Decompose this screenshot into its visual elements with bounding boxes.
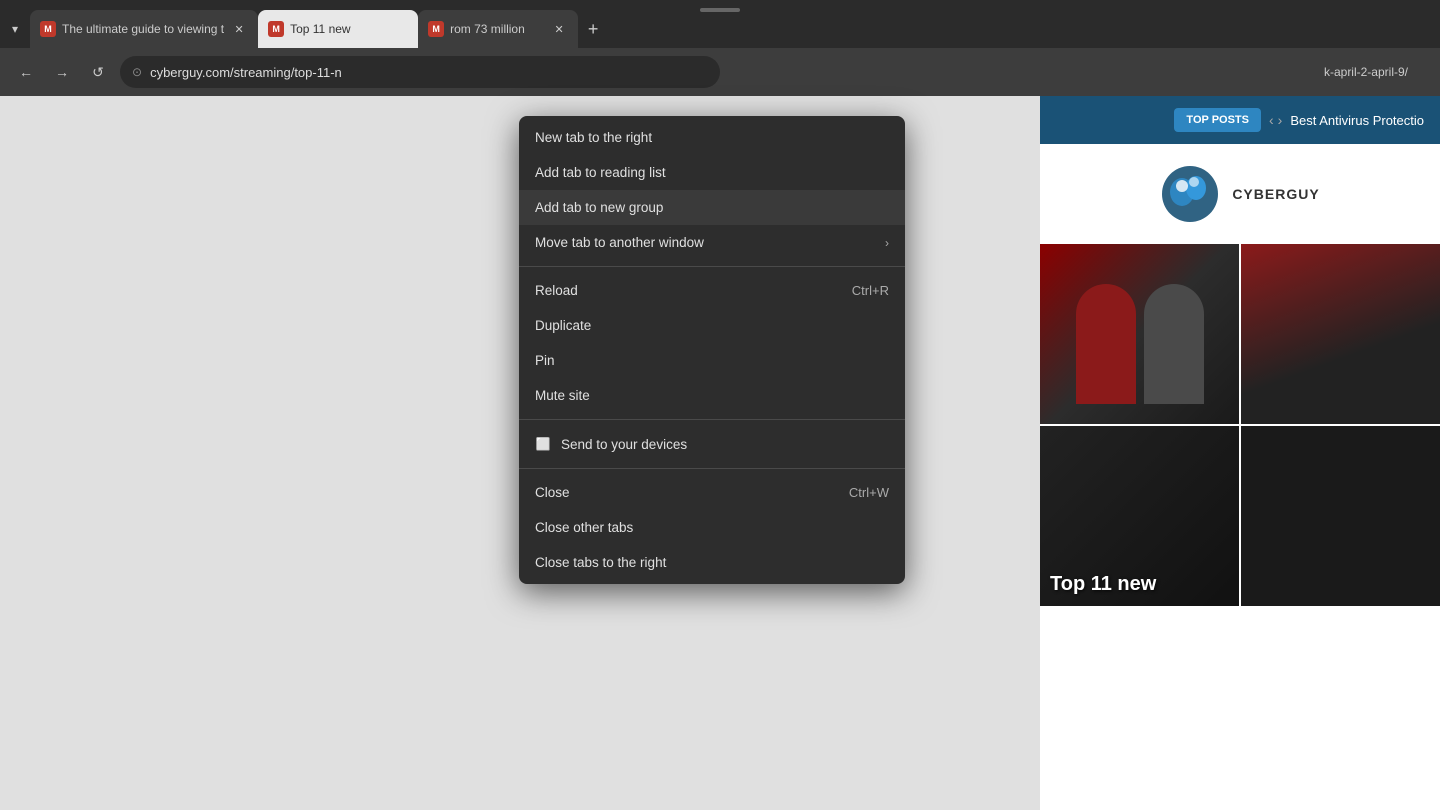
menu-item-close-other[interactable]: Close other tabs [519,510,905,545]
right-pane: TOP POSTS ‹ › Best Antivirus Protectio C… [1040,96,1440,810]
menu-item-close-right-label: Close tabs to the right [535,555,889,570]
tab-1-close[interactable]: ✕ [230,20,248,38]
image-2 [1241,244,1440,424]
menu-divider-3 [519,468,905,469]
menu-item-close-shortcut: Ctrl+W [849,485,889,500]
top-posts-button[interactable]: TOP POSTS [1174,108,1261,132]
menu-divider-1 [519,266,905,267]
menu-item-duplicate[interactable]: Duplicate [519,308,905,343]
window-controls [1424,0,1440,48]
site-nav-next[interactable]: › [1278,112,1283,128]
menu-item-mute-site[interactable]: Mute site [519,378,905,413]
reload-button[interactable]: ↺ [84,58,112,86]
tab-1-title: The ultimate guide to viewing t [62,22,224,36]
person-2 [1144,284,1204,404]
tab-2-favicon: M [268,21,284,37]
menu-item-duplicate-label: Duplicate [535,318,889,333]
minimize-indicator [700,8,740,12]
menu-item-pin-label: Pin [535,353,889,368]
forward-button[interactable]: → [48,58,76,86]
main-content: TOP POSTS ‹ › Best Antivirus Protectio C… [0,96,1440,810]
menu-section-3: ⬜ Send to your devices [519,422,905,466]
image-4 [1241,426,1440,606]
menu-item-add-new-group[interactable]: Add tab to new group [519,190,905,225]
image-grid: Top 11 new [1040,244,1440,606]
menu-item-mute-site-label: Mute site [535,388,889,403]
tab-3[interactable]: M rom 73 million ✕ [418,10,578,48]
menu-item-add-reading-list-label: Add tab to reading list [535,165,889,180]
tab-1[interactable]: M The ultimate guide to viewing t ✕ [30,10,258,48]
image-3: Top 11 new [1040,426,1239,606]
url-bar[interactable]: ⊙ cyberguy.com/streaming/top-11-n [120,56,720,88]
site-nav-label: Best Antivirus Protectio [1290,113,1424,128]
menu-item-new-tab-right[interactable]: New tab to the right [519,120,905,155]
menu-item-close-right[interactable]: Close tabs to the right [519,545,905,580]
tab-2-title: Top 11 new [290,22,408,36]
cyberguy-logo-svg [1160,164,1220,224]
address-bar: ← → ↺ ⊙ cyberguy.com/streaming/top-11-n … [0,48,1440,96]
tab-2[interactable]: M Top 11 new [258,10,418,48]
menu-item-move-to-window-label: Move tab to another window [535,235,875,250]
right-url-text: k-april-2-april-9/ [1324,65,1408,79]
site-nav-prev[interactable]: ‹ [1269,112,1274,128]
back-button[interactable]: ← [12,58,40,86]
menu-item-pin[interactable]: Pin [519,343,905,378]
menu-item-close-label: Close [535,485,839,500]
menu-section-4: Close Ctrl+W Close other tabs Close tabs… [519,471,905,584]
menu-item-add-reading-list[interactable]: Add tab to reading list [519,155,905,190]
image-1 [1040,244,1239,424]
logo-area: CYBERGUY [1040,144,1440,244]
site-nav-arrows: ‹ › [1269,112,1282,128]
menu-item-reload-shortcut: Ctrl+R [852,283,889,298]
people-scene [1040,244,1239,424]
menu-item-send-devices[interactable]: ⬜ Send to your devices [519,426,905,462]
right-url-area: k-april-2-april-9/ [728,65,1428,79]
new-tab-button[interactable]: + [578,14,608,44]
site-header: TOP POSTS ‹ › Best Antivirus Protectio [1040,96,1440,144]
tab-3-close[interactable]: ✕ [550,20,568,38]
person-1 [1076,284,1136,404]
logo-text: CYBERGUY [1232,186,1319,202]
send-devices-icon: ⬜ [535,436,551,452]
tab-3-title: rom 73 million [450,22,544,36]
menu-divider-2 [519,419,905,420]
menu-section-2: Reload Ctrl+R Duplicate Pin Mute site [519,269,905,417]
tab-3-favicon: M [428,21,444,37]
menu-item-reload-label: Reload [535,283,842,298]
menu-item-close[interactable]: Close Ctrl+W [519,475,905,510]
menu-item-move-to-window[interactable]: Move tab to another window › [519,225,905,260]
title-bar: ▾ M The ultimate guide to viewing t ✕ M … [0,0,1440,48]
tab-list-button[interactable]: ▾ [0,10,30,48]
context-menu: New tab to the right Add tab to reading … [519,116,905,584]
menu-item-new-tab-right-label: New tab to the right [535,130,889,145]
menu-item-add-new-group-label: Add tab to new group [535,200,889,215]
tab-1-favicon: M [40,21,56,37]
url-text: cyberguy.com/streaming/top-11-n [150,65,342,80]
menu-item-reload[interactable]: Reload Ctrl+R [519,273,905,308]
url-security-icon: ⊙ [132,65,142,79]
menu-item-send-devices-label: Send to your devices [561,437,889,452]
move-to-window-chevron-icon: › [885,236,889,250]
image-overlay-text: Top 11 new [1050,573,1156,596]
menu-section-1: New tab to the right Add tab to reading … [519,116,905,264]
menu-item-close-other-label: Close other tabs [535,520,889,535]
